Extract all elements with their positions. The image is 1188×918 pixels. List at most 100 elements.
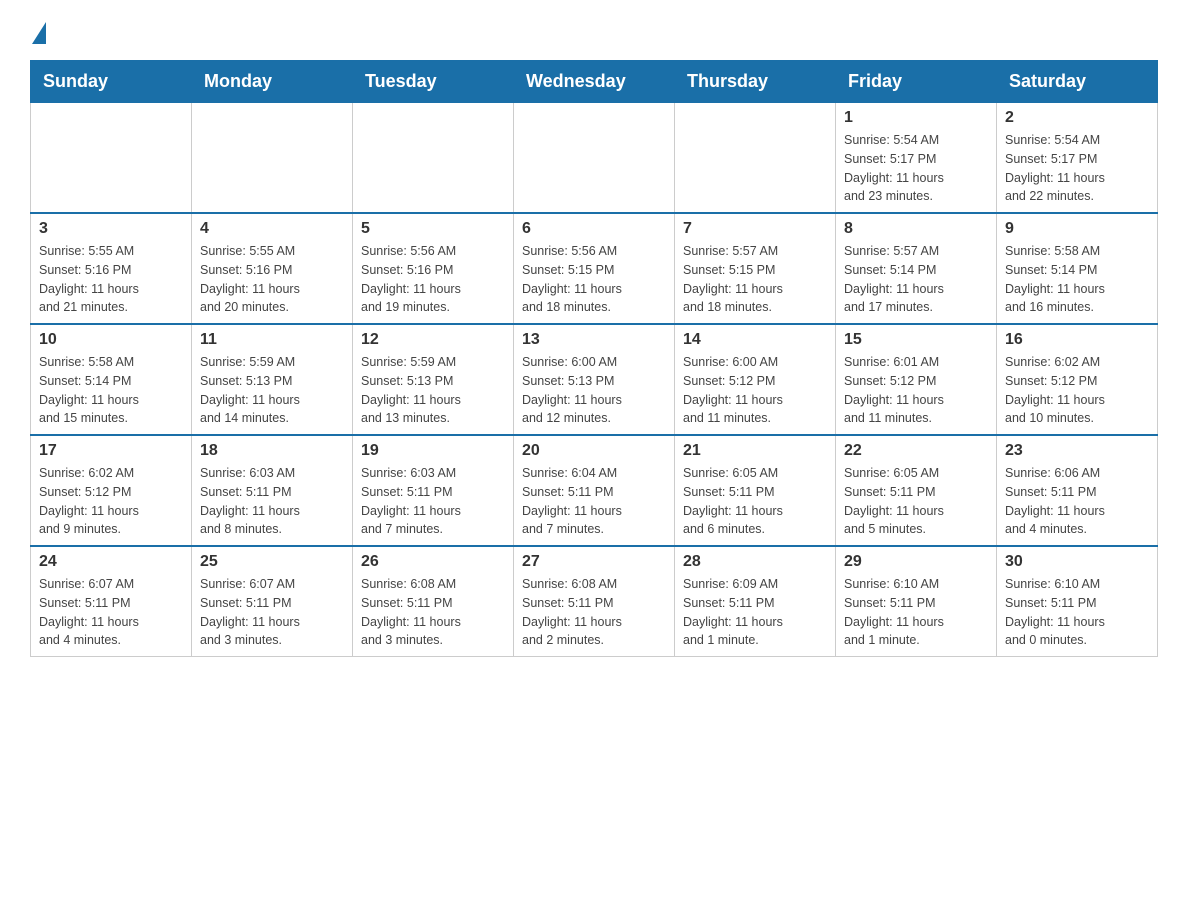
week-row-3: 10 Sunrise: 5:58 AMSunset: 5:14 PMDayligh…	[31, 324, 1158, 435]
weekday-header-thursday: Thursday	[675, 61, 836, 103]
day-number-14: 14	[683, 331, 827, 349]
day-cell-26: 26 Sunrise: 6:08 AMSunset: 5:11 PMDayligh…	[353, 546, 514, 657]
day-info-27: Sunrise: 6:08 AMSunset: 5:11 PMDaylight:…	[522, 575, 666, 650]
day-cell-6: 6 Sunrise: 5:56 AMSunset: 5:15 PMDaylight…	[514, 213, 675, 324]
day-info-22: Sunrise: 6:05 AMSunset: 5:11 PMDaylight:…	[844, 464, 988, 539]
day-number-23: 23	[1005, 442, 1149, 460]
weekday-header-friday: Friday	[836, 61, 997, 103]
day-cell-22: 22Sunrise: 6:05 AMSunset: 5:11 PMDayligh…	[836, 435, 997, 546]
calendar-table: SundayMondayTuesdayWednesdayThursdayFrid…	[30, 60, 1158, 657]
day-cell-29: 29Sunrise: 6:10 AMSunset: 5:11 PMDayligh…	[836, 546, 997, 657]
day-info-16: Sunrise: 6:02 AMSunset: 5:12 PMDaylight:…	[1005, 353, 1149, 428]
day-cell-21: 21 Sunrise: 6:05 AMSunset: 5:11 PMDayligh…	[675, 435, 836, 546]
day-number-3: 3	[39, 220, 183, 238]
day-info-13: Sunrise: 6:00 AMSunset: 5:13 PMDaylight:…	[522, 353, 666, 428]
page-header	[30, 20, 1158, 40]
week-row-5: 24Sunrise: 6:07 AMSunset: 5:11 PMDayligh…	[31, 546, 1158, 657]
day-info-12: Sunrise: 5:59 AMSunset: 5:13 PMDaylight:…	[361, 353, 505, 428]
day-cell-5: 5 Sunrise: 5:56 AMSunset: 5:16 PMDaylight…	[353, 213, 514, 324]
day-cell-12: 12 Sunrise: 5:59 AMSunset: 5:13 PMDayligh…	[353, 324, 514, 435]
day-info-29: Sunrise: 6:10 AMSunset: 5:11 PMDaylight:…	[844, 575, 988, 650]
day-number-19: 19	[361, 442, 505, 460]
day-number-6: 6	[522, 220, 666, 238]
day-cell-27: 27 Sunrise: 6:08 AMSunset: 5:11 PMDayligh…	[514, 546, 675, 657]
day-info-21: Sunrise: 6:05 AMSunset: 5:11 PMDaylight:…	[683, 464, 827, 539]
weekday-header-tuesday: Tuesday	[353, 61, 514, 103]
day-cell-30: 30 Sunrise: 6:10 AMSunset: 5:11 PMDayligh…	[997, 546, 1158, 657]
empty-cell	[514, 103, 675, 214]
day-info-15: Sunrise: 6:01 AMSunset: 5:12 PMDaylight:…	[844, 353, 988, 428]
weekday-header-sunday: Sunday	[31, 61, 192, 103]
day-cell-19: 19 Sunrise: 6:03 AMSunset: 5:11 PMDayligh…	[353, 435, 514, 546]
week-row-1: 1 Sunrise: 5:54 AMSunset: 5:17 PMDaylight…	[31, 103, 1158, 214]
day-cell-4: 4 Sunrise: 5:55 AMSunset: 5:16 PMDaylight…	[192, 213, 353, 324]
day-number-26: 26	[361, 553, 505, 571]
day-number-11: 11	[200, 331, 344, 349]
empty-cell	[31, 103, 192, 214]
day-info-30: Sunrise: 6:10 AMSunset: 5:11 PMDaylight:…	[1005, 575, 1149, 650]
day-info-26: Sunrise: 6:08 AMSunset: 5:11 PMDaylight:…	[361, 575, 505, 650]
day-info-1: Sunrise: 5:54 AMSunset: 5:17 PMDaylight:…	[844, 131, 988, 206]
day-cell-7: 7 Sunrise: 5:57 AMSunset: 5:15 PMDaylight…	[675, 213, 836, 324]
day-number-21: 21	[683, 442, 827, 460]
day-number-4: 4	[200, 220, 344, 238]
day-number-8: 8	[844, 220, 988, 238]
day-number-16: 16	[1005, 331, 1149, 349]
day-number-9: 9	[1005, 220, 1149, 238]
day-cell-28: 28 Sunrise: 6:09 AMSunset: 5:11 PMDayligh…	[675, 546, 836, 657]
day-info-24: Sunrise: 6:07 AMSunset: 5:11 PMDaylight:…	[39, 575, 183, 650]
day-number-18: 18	[200, 442, 344, 460]
day-cell-13: 13 Sunrise: 6:00 AMSunset: 5:13 PMDayligh…	[514, 324, 675, 435]
weekday-header-row: SundayMondayTuesdayWednesdayThursdayFrid…	[31, 61, 1158, 103]
day-number-30: 30	[1005, 553, 1149, 571]
empty-cell	[675, 103, 836, 214]
day-info-17: Sunrise: 6:02 AMSunset: 5:12 PMDaylight:…	[39, 464, 183, 539]
day-cell-15: 15 Sunrise: 6:01 AMSunset: 5:12 PMDayligh…	[836, 324, 997, 435]
day-info-19: Sunrise: 6:03 AMSunset: 5:11 PMDaylight:…	[361, 464, 505, 539]
day-number-1: 1	[844, 109, 988, 127]
empty-cell	[192, 103, 353, 214]
empty-cell	[353, 103, 514, 214]
day-info-14: Sunrise: 6:00 AMSunset: 5:12 PMDaylight:…	[683, 353, 827, 428]
day-cell-14: 14 Sunrise: 6:00 AMSunset: 5:12 PMDayligh…	[675, 324, 836, 435]
day-info-4: Sunrise: 5:55 AMSunset: 5:16 PMDaylight:…	[200, 242, 344, 317]
day-info-10: Sunrise: 5:58 AMSunset: 5:14 PMDaylight:…	[39, 353, 183, 428]
day-cell-10: 10 Sunrise: 5:58 AMSunset: 5:14 PMDayligh…	[31, 324, 192, 435]
day-info-11: Sunrise: 5:59 AMSunset: 5:13 PMDaylight:…	[200, 353, 344, 428]
day-number-15: 15	[844, 331, 988, 349]
day-cell-11: 11 Sunrise: 5:59 AMSunset: 5:13 PMDayligh…	[192, 324, 353, 435]
day-number-2: 2	[1005, 109, 1149, 127]
day-cell-20: 20 Sunrise: 6:04 AMSunset: 5:11 PMDayligh…	[514, 435, 675, 546]
day-info-9: Sunrise: 5:58 AMSunset: 5:14 PMDaylight:…	[1005, 242, 1149, 317]
day-info-28: Sunrise: 6:09 AMSunset: 5:11 PMDaylight:…	[683, 575, 827, 650]
day-info-6: Sunrise: 5:56 AMSunset: 5:15 PMDaylight:…	[522, 242, 666, 317]
day-info-5: Sunrise: 5:56 AMSunset: 5:16 PMDaylight:…	[361, 242, 505, 317]
day-info-25: Sunrise: 6:07 AMSunset: 5:11 PMDaylight:…	[200, 575, 344, 650]
day-cell-1: 1 Sunrise: 5:54 AMSunset: 5:17 PMDaylight…	[836, 103, 997, 214]
day-info-18: Sunrise: 6:03 AMSunset: 5:11 PMDaylight:…	[200, 464, 344, 539]
day-info-2: Sunrise: 5:54 AMSunset: 5:17 PMDaylight:…	[1005, 131, 1149, 206]
day-info-3: Sunrise: 5:55 AMSunset: 5:16 PMDaylight:…	[39, 242, 183, 317]
day-number-5: 5	[361, 220, 505, 238]
week-row-4: 17 Sunrise: 6:02 AMSunset: 5:12 PMDayligh…	[31, 435, 1158, 546]
day-number-13: 13	[522, 331, 666, 349]
day-info-8: Sunrise: 5:57 AMSunset: 5:14 PMDaylight:…	[844, 242, 988, 317]
day-number-7: 7	[683, 220, 827, 238]
day-number-17: 17	[39, 442, 183, 460]
day-cell-16: 16 Sunrise: 6:02 AMSunset: 5:12 PMDayligh…	[997, 324, 1158, 435]
day-cell-2: 2 Sunrise: 5:54 AMSunset: 5:17 PMDaylight…	[997, 103, 1158, 214]
day-number-10: 10	[39, 331, 183, 349]
day-info-23: Sunrise: 6:06 AMSunset: 5:11 PMDaylight:…	[1005, 464, 1149, 539]
week-row-2: 3 Sunrise: 5:55 AMSunset: 5:16 PMDaylight…	[31, 213, 1158, 324]
day-number-27: 27	[522, 553, 666, 571]
day-number-25: 25	[200, 553, 344, 571]
day-cell-25: 25 Sunrise: 6:07 AMSunset: 5:11 PMDayligh…	[192, 546, 353, 657]
day-number-20: 20	[522, 442, 666, 460]
day-cell-24: 24Sunrise: 6:07 AMSunset: 5:11 PMDayligh…	[31, 546, 192, 657]
day-info-20: Sunrise: 6:04 AMSunset: 5:11 PMDaylight:…	[522, 464, 666, 539]
day-info-7: Sunrise: 5:57 AMSunset: 5:15 PMDaylight:…	[683, 242, 827, 317]
day-cell-23: 23 Sunrise: 6:06 AMSunset: 5:11 PMDayligh…	[997, 435, 1158, 546]
day-number-28: 28	[683, 553, 827, 571]
day-cell-9: 9 Sunrise: 5:58 AMSunset: 5:14 PMDaylight…	[997, 213, 1158, 324]
day-number-12: 12	[361, 331, 505, 349]
